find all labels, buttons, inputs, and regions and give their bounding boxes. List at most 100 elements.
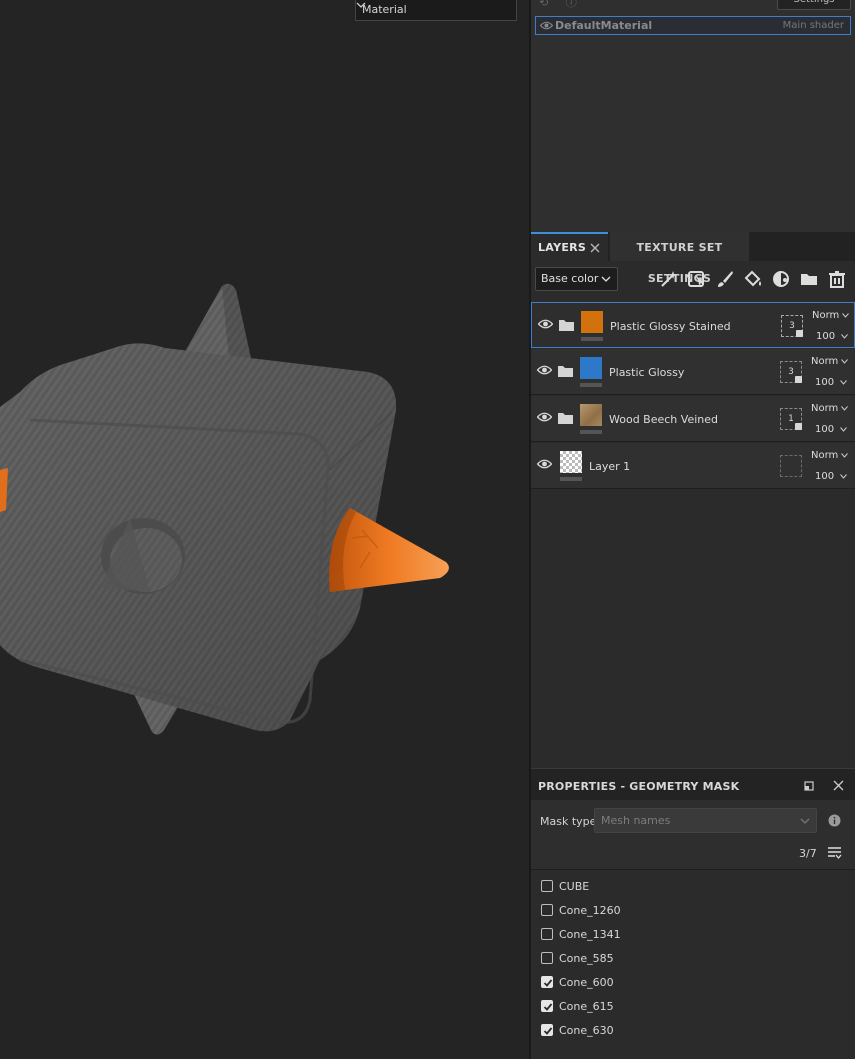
opacity-select[interactable]: 100 <box>816 331 849 342</box>
layer-name: Plastic Glossy <box>609 366 685 379</box>
close-icon[interactable] <box>833 780 844 791</box>
shader-toolbar-icons: ⟲ ⓘ <box>539 0 577 10</box>
checkmark-icon <box>543 1003 553 1011</box>
chevron-down-icon <box>840 474 848 479</box>
layer-name: Layer 1 <box>589 460 631 473</box>
shader-settings-button[interactable]: Settings <box>777 0 851 10</box>
blend-mode-select[interactable]: Norm <box>811 356 849 367</box>
layer-color-thumbnail <box>581 311 603 333</box>
layer-mask-thumbnail[interactable]: 3 <box>780 361 802 383</box>
blend-mode-value: Norm <box>811 403 839 414</box>
trash-icon[interactable] <box>827 269 847 289</box>
layer-name: Plastic Glossy Stained <box>610 320 731 333</box>
chevron-down-icon <box>841 334 849 339</box>
opacity-select[interactable]: 100 <box>815 471 848 482</box>
blend-mode-value: Norm <box>811 356 839 367</box>
chevron-down-icon <box>841 406 849 411</box>
checkmark-icon <box>543 1027 553 1035</box>
eye-icon[interactable] <box>538 318 553 330</box>
opacity-select[interactable]: 100 <box>815 424 848 435</box>
mask-count: 3 <box>788 367 794 377</box>
geometry-mask-icon <box>795 376 802 383</box>
opacity-select[interactable]: 100 <box>815 377 848 388</box>
eye-icon[interactable] <box>537 411 552 423</box>
tab-layers-label: LAYERS <box>538 241 587 254</box>
tab-layers[interactable]: LAYERS <box>531 232 608 261</box>
mesh-name: Cone_1260 <box>559 904 621 917</box>
blend-mode-select[interactable]: Norm <box>811 450 849 461</box>
3d-viewport[interactable]: Material <box>0 0 529 1059</box>
mesh-name: Cone_615 <box>559 1000 614 1013</box>
layers-empty-area[interactable] <box>531 490 855 768</box>
tab-texture-set-settings[interactable]: TEXTURE SET SETTINGS <box>610 232 749 285</box>
blend-mode-value: Norm <box>812 310 840 321</box>
geometry-mask-icon <box>795 423 802 430</box>
layer-row-wood-beech-veined[interactable]: Wood Beech Veined 1 Norm 100 <box>531 396 855 442</box>
mesh-name: Cone_585 <box>559 952 614 965</box>
checkmark-icon <box>543 979 553 987</box>
paint-brush-icon[interactable] <box>715 269 735 289</box>
eye-icon[interactable] <box>540 20 553 31</box>
chevron-down-icon <box>601 276 611 282</box>
mesh-checkbox-checked[interactable] <box>541 1000 553 1012</box>
mesh-checkbox-checked[interactable] <box>541 1024 553 1036</box>
thumbnail-bar <box>560 477 582 481</box>
opacity-value: 100 <box>815 471 835 482</box>
shader-settings-panel: ⟲ ⓘ Settings DefaultMaterial Main shader <box>531 0 855 232</box>
folder-icon[interactable] <box>799 269 819 289</box>
layer-transparent-thumbnail <box>560 451 582 473</box>
mesh-checkbox[interactable] <box>541 904 553 916</box>
popout-icon[interactable] <box>804 781 814 791</box>
viewport-mode-label: Material <box>362 3 407 16</box>
layer-mask-thumbnail[interactable]: 3 <box>781 315 803 337</box>
scene-render <box>0 283 449 735</box>
opacity-value: 100 <box>815 424 835 435</box>
shader-row-default[interactable]: DefaultMaterial Main shader <box>535 16 851 35</box>
info-icon[interactable] <box>828 814 841 827</box>
blend-mode-select[interactable]: Norm <box>811 403 849 414</box>
mask-type-select[interactable]: Mesh names <box>594 808 817 833</box>
layer-mask-thumbnail[interactable]: 1 <box>780 408 802 430</box>
layer-row-layer-1[interactable]: Layer 1 Norm 100 <box>531 443 855 489</box>
properties-title: PROPERTIES - GEOMETRY MASK <box>538 780 740 793</box>
close-icon[interactable] <box>590 243 600 253</box>
link-icon[interactable]: ⟲ <box>539 0 548 9</box>
blend-mode-value: Norm <box>811 450 839 461</box>
mask-type-label: Mask type <box>540 815 597 828</box>
mesh-checkbox-checked[interactable] <box>541 976 553 988</box>
folder-icon[interactable] <box>559 319 574 331</box>
layer-row-plastic-glossy-stained[interactable]: Plastic Glossy Stained 3 Norm 100 <box>531 302 855 348</box>
mesh-checkbox[interactable] <box>541 928 553 940</box>
smart-mask-icon[interactable] <box>687 269 707 289</box>
magic-wand-icon[interactable] <box>659 269 679 289</box>
opacity-value: 100 <box>816 331 836 342</box>
list-options-icon[interactable] <box>827 846 842 860</box>
mesh-checkbox[interactable] <box>541 880 553 892</box>
chevron-down-icon <box>840 380 848 385</box>
mask-count: 1 <box>788 414 794 424</box>
layer-mask-thumbnail[interactable] <box>780 455 802 477</box>
mesh-checkbox[interactable] <box>541 952 553 964</box>
right-panel: ⟲ ⓘ Settings DefaultMaterial Main shader… <box>531 0 855 1059</box>
mesh-name-list: CUBE Cone_1260 Cone_1341 Cone_585 Cone_6… <box>531 870 855 1059</box>
layers-tabbar: LAYERS TEXTURE SET SETTINGS <box>531 232 855 285</box>
viewport-mode-select[interactable]: Material <box>355 0 517 21</box>
mesh-name: Cone_630 <box>559 1024 614 1037</box>
thumbnail-bar <box>581 337 603 341</box>
color-selection-icon[interactable] <box>771 269 791 289</box>
eye-icon[interactable] <box>537 458 552 470</box>
fill-bucket-icon[interactable] <box>743 269 763 289</box>
shader-tag: Main shader <box>782 20 844 31</box>
mask-type-value: Mesh names <box>601 814 671 827</box>
folder-icon[interactable] <box>558 412 573 424</box>
channel-select[interactable]: Base color <box>535 267 618 291</box>
geometry-mask-icon <box>796 330 803 337</box>
layer-row-plastic-glossy[interactable]: Plastic Glossy 3 Norm 100 <box>531 349 855 395</box>
blend-mode-select[interactable]: Norm <box>812 310 850 321</box>
opacity-value: 100 <box>815 377 835 388</box>
properties-header: PROPERTIES - GEOMETRY MASK <box>531 768 855 801</box>
info-icon[interactable]: ⓘ <box>566 0 577 9</box>
folder-icon[interactable] <box>558 365 573 377</box>
eye-icon[interactable] <box>537 364 552 376</box>
mesh-name: Cone_600 <box>559 976 614 989</box>
